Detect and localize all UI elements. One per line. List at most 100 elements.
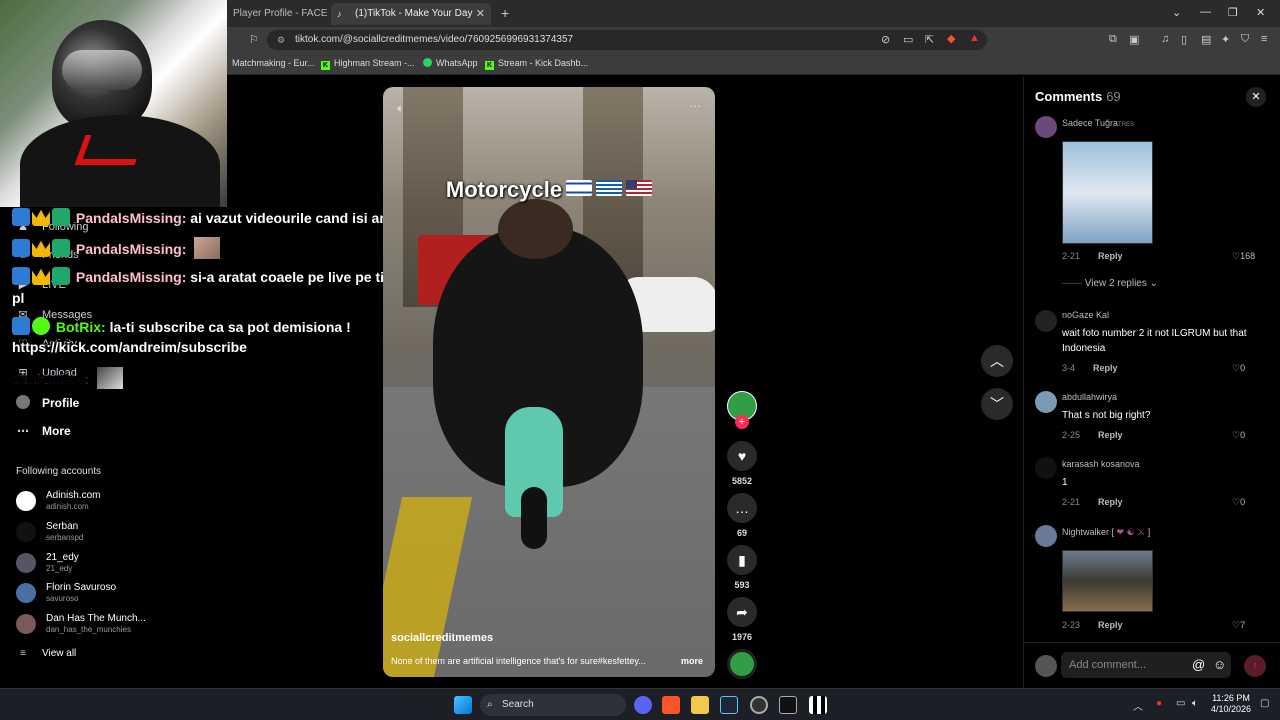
comment-username[interactable]: Sadece TuğraTRES bbox=[1062, 118, 1134, 128]
comment-like[interactable]: ♡0 bbox=[1232, 363, 1245, 374]
video-author[interactable]: sociallcreditmemes bbox=[391, 632, 493, 644]
share-button[interactable]: ➦ bbox=[727, 597, 757, 627]
capcut-icon[interactable] bbox=[779, 696, 797, 714]
following-account[interactable]: Florin Savuroso savuroso bbox=[16, 581, 166, 607]
comment-username[interactable]: noGaze Kal bbox=[1062, 310, 1109, 320]
mention-icon[interactable]: @ bbox=[1192, 657, 1205, 672]
comment-like[interactable]: ♡0 bbox=[1232, 430, 1245, 441]
add-comment-input[interactable] bbox=[1061, 652, 1231, 678]
menu-icon[interactable]: ≡ bbox=[1261, 33, 1267, 45]
emoji-icon[interactable]: ☺ bbox=[1213, 657, 1226, 672]
bookmark-matchmaking[interactable]: Matchmaking - Eur... bbox=[232, 58, 315, 68]
screenshot-icon[interactable]: ▣ bbox=[1129, 33, 1139, 46]
maximize-button[interactable]: ❐ bbox=[1228, 6, 1238, 19]
clock[interactable]: 11:26 PM 4/10/2026 bbox=[1208, 693, 1254, 715]
comment-meta: 3-4 Reply bbox=[1062, 363, 1118, 373]
taskbar-search[interactable]: ⌕ Search bbox=[480, 694, 626, 716]
comment-count: 69 bbox=[736, 528, 747, 538]
avatar[interactable] bbox=[1035, 457, 1057, 479]
file-explorer-icon[interactable] bbox=[691, 696, 709, 714]
sidebar-icon[interactable]: ▯ bbox=[1181, 33, 1187, 46]
settings-icon[interactable] bbox=[750, 696, 768, 714]
brave-shields-icon[interactable]: ◆ bbox=[947, 32, 955, 45]
volume-icon[interactable]: 🔈︎ bbox=[397, 101, 404, 116]
extensions-icon[interactable]: ⧉ bbox=[1109, 33, 1117, 46]
minimize-button[interactable]: — bbox=[1200, 6, 1211, 18]
reply-button[interactable]: Reply bbox=[1098, 430, 1123, 440]
show-hidden-icons-icon[interactable]: ︿ bbox=[1133, 698, 1143, 713]
follow-plus-icon[interactable]: + bbox=[735, 415, 749, 429]
discord-icon[interactable] bbox=[634, 696, 652, 714]
reply-button[interactable]: Reply bbox=[1093, 363, 1118, 373]
account-handle: 21_edy bbox=[46, 564, 73, 573]
url-field[interactable]: ⚙ tiktok.com/@sociallcreditmemes/video/7… bbox=[267, 30, 987, 50]
microphone-icon[interactable]: ● bbox=[1156, 698, 1162, 709]
wallet-icon[interactable]: ▤ bbox=[1201, 33, 1211, 46]
cast-icon[interactable]: ▭ bbox=[903, 33, 913, 46]
avatar bbox=[16, 553, 36, 573]
following-account[interactable]: 21_edy 21_edy bbox=[16, 551, 166, 577]
bookmark-whatsapp[interactable]: WhatsApp bbox=[423, 58, 478, 68]
music-disc-icon[interactable] bbox=[727, 649, 757, 679]
following-account[interactable]: Serban serbanspd bbox=[16, 520, 166, 546]
vpn-icon[interactable]: ⛉ bbox=[1241, 33, 1249, 46]
sidebar-item-profile[interactable]: Profile bbox=[16, 395, 79, 410]
avatar[interactable] bbox=[1035, 116, 1057, 138]
volume-icon[interactable]: 🔈︎ bbox=[1192, 698, 1198, 709]
close-comments-button[interactable]: ✕ bbox=[1246, 87, 1266, 107]
like-button[interactable]: ♥ bbox=[727, 441, 757, 471]
pixel-app-icon[interactable] bbox=[809, 696, 827, 714]
media-icon[interactable]: ♫ bbox=[1161, 33, 1169, 45]
avatar[interactable] bbox=[1035, 310, 1057, 332]
reply-button[interactable]: Reply bbox=[1098, 497, 1123, 507]
comment-username[interactable]: Nightwalker [ ❤ ☯ ⚔ ] bbox=[1062, 527, 1150, 538]
save-button[interactable]: ▮ bbox=[727, 545, 757, 575]
comment-image[interactable] bbox=[1062, 550, 1153, 612]
following-account[interactable]: Dan Has The Munch... dan_has_the_munchies bbox=[16, 612, 166, 638]
more-options-icon[interactable]: ⋯ bbox=[689, 99, 701, 113]
comment-like[interactable]: ♡7 bbox=[1232, 620, 1245, 631]
comment-like[interactable]: ♡168 bbox=[1232, 251, 1255, 262]
comment-image[interactable] bbox=[1062, 141, 1153, 244]
account-handle: savuroso bbox=[46, 594, 79, 603]
post-comment-button[interactable]: ↑ bbox=[1244, 655, 1266, 677]
bookmark-kick-dashboard[interactable]: K Stream - Kick Dashb... bbox=[485, 58, 588, 70]
bookmark-icon[interactable]: ⚐ bbox=[249, 33, 259, 46]
avatar[interactable] bbox=[1035, 391, 1057, 413]
more-button[interactable]: more bbox=[681, 656, 703, 666]
bookmark-icon: ▮ bbox=[738, 552, 746, 568]
reply-button[interactable]: Reply bbox=[1098, 620, 1123, 630]
previous-video-button[interactable]: ︿ bbox=[981, 345, 1013, 377]
comment-button[interactable]: … bbox=[727, 493, 757, 523]
windows-start-icon[interactable] bbox=[454, 696, 472, 714]
brave-icon[interactable] bbox=[662, 696, 680, 714]
following-account[interactable]: Adinish.com adinish.com bbox=[16, 489, 166, 515]
new-tab-button[interactable]: + bbox=[501, 5, 509, 21]
network-icon[interactable]: ▭ bbox=[1176, 698, 1185, 709]
comment-like[interactable]: ♡0 bbox=[1232, 497, 1245, 508]
comment-username[interactable]: abdullahwirya bbox=[1062, 392, 1117, 402]
next-video-button[interactable]: ﹀ bbox=[981, 388, 1013, 420]
sidebar-item-more[interactable]: ⋯ More bbox=[16, 424, 71, 438]
avatar[interactable] bbox=[1035, 525, 1057, 547]
leo-ai-icon[interactable]: ✦ bbox=[1221, 33, 1230, 46]
reader-mode-icon[interactable]: ⊘ bbox=[881, 33, 890, 46]
tab-faceit[interactable]: Player Profile - FACEIT.co bbox=[227, 3, 327, 25]
tab-tiktok[interactable]: ♪ (1)TikTok - Make Your Day ✕ bbox=[331, 3, 491, 25]
view-replies-button[interactable]: —— View 2 replies ⌄ bbox=[1062, 278, 1158, 289]
video-player[interactable]: Motorcycle 🔈︎ ⋯ sociallcreditmemes None … bbox=[383, 87, 715, 677]
chat-link: https://kick.com/andreim/subscribe bbox=[12, 339, 247, 355]
close-window-button[interactable]: ✕ bbox=[1256, 6, 1265, 19]
brave-rewards-icon[interactable]: ▲ bbox=[969, 32, 980, 44]
share-icon[interactable]: ⇱ bbox=[925, 33, 934, 46]
bookmark-highman[interactable]: K Highman Stream -... bbox=[321, 58, 415, 70]
notification-icon[interactable]: ▢ bbox=[1260, 698, 1269, 709]
close-tab-icon[interactable]: ✕ bbox=[476, 3, 485, 25]
tab-list-icon[interactable]: ⌄ bbox=[1172, 6, 1181, 19]
comment-username[interactable]: karasash kosanova bbox=[1062, 459, 1140, 469]
reply-button[interactable]: Reply bbox=[1098, 251, 1123, 261]
comments-panel: Comments 69 ✕ Sadece TuğraTRES 2-21 Reply … bbox=[1023, 77, 1280, 688]
site-info-icon[interactable]: ⚙ bbox=[277, 30, 285, 50]
steam-icon[interactable] bbox=[720, 696, 738, 714]
view-all-link[interactable]: ≡ View all bbox=[16, 648, 76, 659]
